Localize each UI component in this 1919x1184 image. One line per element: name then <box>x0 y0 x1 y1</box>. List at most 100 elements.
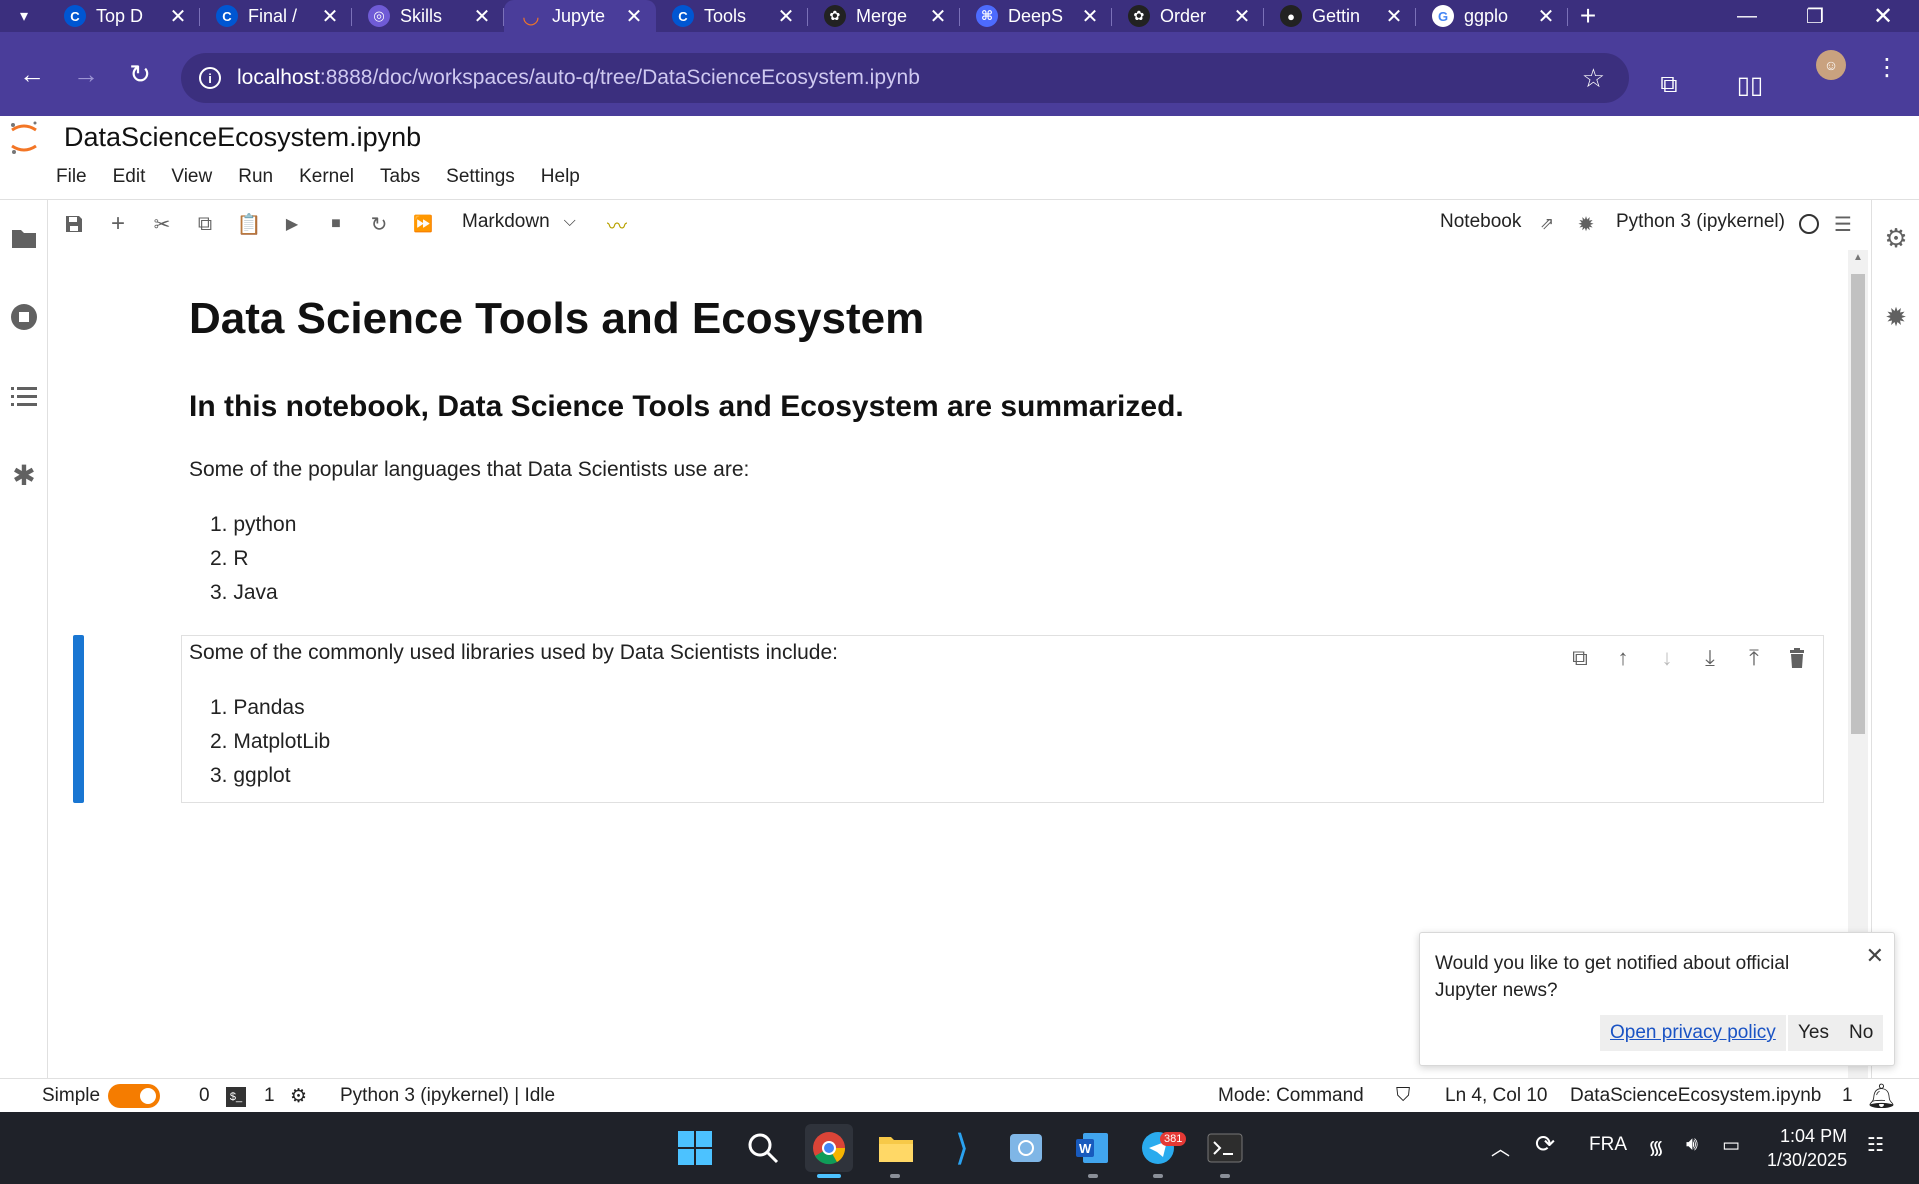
browser-tab[interactable]: ◎ Skills ✕ <box>352 0 504 32</box>
yes-button[interactable]: Yes <box>1788 1015 1839 1051</box>
copy-icon[interactable]: ⧉ <box>190 210 220 238</box>
browser-tab[interactable]: ◡ Jupyte ✕ <box>504 0 656 32</box>
browser-tab[interactable]: C Tools ✕ <box>656 0 808 32</box>
tab-search-icon[interactable]: ▾ <box>0 0 48 32</box>
close-window-icon[interactable]: ✕ <box>1849 0 1917 32</box>
site-info-icon[interactable]: i <box>199 67 221 89</box>
volume-icon[interactable]: 🔊︎ <box>1686 1134 1698 1156</box>
scroll-up-arrow-icon[interactable]: ▲ <box>1851 252 1865 266</box>
close-tab-icon[interactable]: ✕ <box>320 4 340 29</box>
active-cell-collapser[interactable] <box>73 635 84 803</box>
scrollbar-thumb[interactable] <box>1851 274 1865 734</box>
extensions-puzzle-icon[interactable]: ✱ <box>8 459 40 491</box>
menu-file[interactable]: File <box>50 166 93 188</box>
input-language[interactable]: FRA <box>1589 1134 1627 1156</box>
move-down-icon[interactable]: ↓ <box>1652 644 1682 672</box>
notebook-label[interactable]: Notebook <box>1440 211 1521 233</box>
close-tab-icon[interactable]: ✕ <box>624 4 644 29</box>
delete-cell-icon[interactable] <box>1782 644 1812 672</box>
menu-run[interactable]: Run <box>232 166 279 188</box>
menu-edit[interactable]: Edit <box>107 166 152 188</box>
terminal-icon[interactable]: $_ <box>226 1087 246 1107</box>
browser-menu-icon[interactable]: ⋮ <box>1870 50 1904 84</box>
run-all-icon[interactable]: ⏩ <box>408 210 438 238</box>
system-clock[interactable]: 1:04 PM 1/30/2025 <box>1767 1124 1847 1172</box>
menu-settings[interactable]: Settings <box>440 166 521 188</box>
close-tab-icon[interactable]: ✕ <box>1080 4 1100 29</box>
menu-tabs[interactable]: Tabs <box>374 166 426 188</box>
battery-icon[interactable]: ▭ <box>1722 1134 1740 1157</box>
minimize-icon[interactable]: — <box>1713 0 1781 32</box>
browser-tab[interactable]: ✿ Order ✕ <box>1112 0 1264 32</box>
profile-avatar[interactable]: ☺ <box>1816 50 1846 80</box>
tray-overflow-icon[interactable]: ︿ <box>1491 1134 1510 1161</box>
restart-icon[interactable]: ↻ <box>364 210 394 238</box>
browser-tab[interactable]: ● Gettin ✕ <box>1264 0 1416 32</box>
kernel-name[interactable]: Python 3 (ipykernel) <box>1616 211 1785 233</box>
file-browser-folder-icon[interactable] <box>8 222 40 254</box>
close-tab-icon[interactable]: ✕ <box>168 4 188 29</box>
close-notification-icon[interactable]: ✕ <box>1866 943 1884 969</box>
windows-start-icon[interactable] <box>671 1124 719 1172</box>
wifi-icon[interactable]: ᯾ <box>1648 1134 1664 1160</box>
restore-icon[interactable]: ❐ <box>1781 0 1849 32</box>
cut-icon[interactable]: ✂ <box>147 210 177 238</box>
close-tab-icon[interactable]: ✕ <box>1232 4 1252 29</box>
cell-type-select[interactable]: Markdown ⌵ <box>462 211 576 233</box>
cursor-position[interactable]: Ln 4, Col 10 <box>1445 1085 1547 1107</box>
insert-above-icon[interactable]: ⤒ <box>1739 644 1769 672</box>
stop-icon[interactable]: ■ <box>321 210 351 238</box>
notebook-title[interactable]: DataScienceEcosystem.ipynb <box>64 122 421 153</box>
execution-time-icon[interactable]: 〰 <box>602 210 632 238</box>
open-privacy-policy-link[interactable]: Open privacy policy <box>1600 1015 1786 1051</box>
chrome-icon[interactable] <box>805 1124 853 1172</box>
menu-kernel[interactable]: Kernel <box>293 166 360 188</box>
trusted-shield-icon[interactable]: ⛉ <box>1396 1085 1410 1107</box>
close-tab-icon[interactable]: ✕ <box>1384 4 1404 29</box>
browser-tab[interactable]: ⌘ DeepS ✕ <box>960 0 1112 32</box>
address-bar[interactable]: i localhost:8888/doc/workspaces/auto-q/t… <box>181 53 1629 103</box>
notifications-count[interactable]: 1 <box>1842 1085 1853 1107</box>
paste-icon[interactable]: 📋 <box>234 210 264 238</box>
search-icon[interactable] <box>739 1124 787 1172</box>
reload-icon[interactable]: ↻ <box>122 56 158 92</box>
back-icon[interactable]: ← <box>14 56 50 92</box>
kernels-count[interactable]: 1 <box>264 1085 275 1107</box>
notification-center-icon[interactable]: ☷ <box>1867 1134 1884 1157</box>
browser-tab[interactable]: Gggplo ✕ <box>1416 0 1568 32</box>
browser-tab[interactable]: C Top D ✕ <box>48 0 200 32</box>
file-explorer-icon[interactable] <box>872 1124 920 1172</box>
terminals-count[interactable]: 0 <box>199 1085 210 1107</box>
open-external-icon[interactable]: ⇗ <box>1532 210 1562 238</box>
table-of-contents-icon[interactable] <box>8 380 40 412</box>
forward-icon[interactable]: → <box>68 56 104 92</box>
property-inspector-gears-icon[interactable]: ⚙ <box>1880 222 1912 254</box>
sync-icon[interactable]: ⟳ <box>1535 1130 1555 1159</box>
insert-below-icon[interactable]: ⤓ <box>1695 644 1725 672</box>
insert-cell-icon[interactable]: + <box>103 210 133 238</box>
menu-view[interactable]: View <box>165 166 218 188</box>
simple-mode-toggle[interactable] <box>108 1084 160 1108</box>
browser-tab[interactable]: ✿ Merge ✕ <box>808 0 960 32</box>
move-up-icon[interactable]: ↑ <box>1608 644 1638 672</box>
running-sessions-icon[interactable] <box>8 301 40 333</box>
close-tab-icon[interactable]: ✕ <box>776 4 796 29</box>
duplicate-cell-icon[interactable]: ⧉ <box>1565 644 1595 672</box>
run-icon[interactable]: ▶ <box>277 210 307 238</box>
debugger-icon[interactable]: ✹ <box>1571 210 1601 238</box>
extensions-icon[interactable]: ⧉ <box>1652 68 1686 102</box>
kernel-status-text[interactable]: Python 3 (ipykernel) | Idle <box>340 1085 555 1107</box>
new-tab-button[interactable]: + <box>1568 0 1608 32</box>
debugger-bug-icon[interactable]: ✹ <box>1880 301 1912 333</box>
no-button[interactable]: No <box>1839 1015 1884 1051</box>
save-icon[interactable] <box>59 210 89 238</box>
menu-help[interactable]: Help <box>535 166 586 188</box>
vscode-icon[interactable]: ⟩ <box>938 1124 986 1172</box>
close-tab-icon[interactable]: ✕ <box>928 4 948 29</box>
terminal-app-icon[interactable] <box>1201 1124 1249 1172</box>
photos-icon[interactable] <box>1002 1124 1050 1172</box>
reading-mode-icon[interactable]: ▯▯ <box>1733 68 1767 102</box>
notebook-menu-icon[interactable]: ☰ <box>1828 210 1858 238</box>
browser-tab[interactable]: C Final / ✕ <box>200 0 352 32</box>
notification-bell-icon[interactable]: 🔔︎ <box>1866 1082 1896 1111</box>
